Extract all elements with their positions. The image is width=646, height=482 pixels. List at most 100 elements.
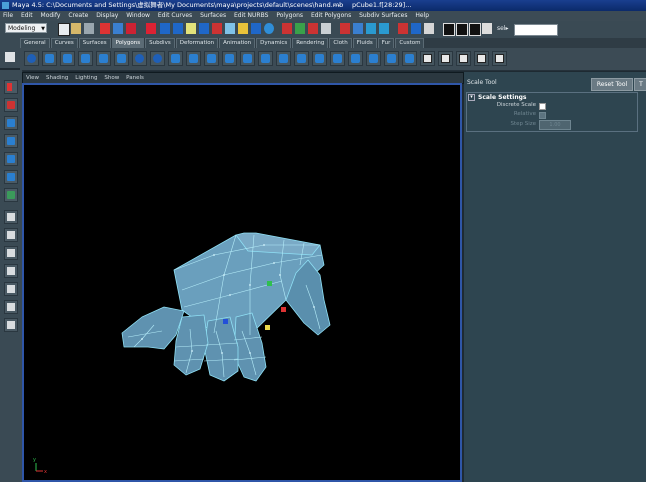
shelf-tab-curves[interactable]: Curves bbox=[50, 38, 78, 48]
poly-torus-icon[interactable] bbox=[114, 51, 129, 66]
hand-mesh[interactable]: y x bbox=[24, 85, 460, 480]
attribute-editor-icon[interactable] bbox=[469, 23, 481, 36]
outliner-layout-icon[interactable] bbox=[4, 318, 18, 332]
reset-tool-button[interactable]: Reset Tool bbox=[591, 78, 633, 91]
shelf-tab-animation[interactable]: Animation bbox=[219, 38, 256, 48]
poly-split-icon[interactable] bbox=[294, 51, 309, 66]
menu-create[interactable]: Create bbox=[68, 12, 88, 19]
poly-extract-icon[interactable] bbox=[186, 51, 201, 66]
viewport-menu-panels[interactable]: Panels bbox=[126, 75, 144, 81]
uv-cylindrical-icon[interactable] bbox=[438, 51, 453, 66]
poly-sphere-icon[interactable] bbox=[24, 51, 39, 66]
poly-pipe-icon[interactable] bbox=[132, 51, 147, 66]
poly-delete-edge-icon[interactable] bbox=[384, 51, 399, 66]
select-rendering-icon[interactable] bbox=[238, 23, 248, 34]
select-object-icon[interactable] bbox=[113, 23, 123, 34]
shelf-tab-custom[interactable]: Custom bbox=[395, 38, 425, 48]
make-live-icon[interactable] bbox=[340, 23, 350, 34]
menu-edit-nurbs[interactable]: Edit NURBS bbox=[234, 12, 268, 19]
poly-cylinder-icon[interactable] bbox=[60, 51, 75, 66]
poly-cut-faces-icon[interactable] bbox=[402, 51, 417, 66]
hypershade-icon[interactable] bbox=[424, 23, 434, 34]
select-surfaces-icon[interactable] bbox=[199, 23, 209, 34]
viewport-menu-lighting[interactable]: Lighting bbox=[75, 75, 97, 81]
poly-separate-icon[interactable] bbox=[168, 51, 183, 66]
save-scene-icon[interactable] bbox=[84, 23, 94, 34]
ipr-render-icon[interactable] bbox=[398, 23, 408, 34]
menu-edit-polygons[interactable]: Edit Polygons bbox=[311, 12, 351, 19]
checker-icon[interactable] bbox=[443, 23, 455, 36]
uv-layout-icon[interactable] bbox=[492, 51, 507, 66]
menu-edit-curves[interactable]: Edit Curves bbox=[158, 12, 192, 19]
menu-modify[interactable]: Modify bbox=[41, 12, 61, 19]
poly-merge-icon[interactable] bbox=[348, 51, 363, 66]
discrete-scale-checkbox[interactable] bbox=[539, 103, 546, 110]
menu-window[interactable]: Window bbox=[126, 12, 150, 19]
menu-display[interactable]: Display bbox=[96, 12, 118, 19]
shelf-tab-fur[interactable]: Fur bbox=[377, 38, 395, 48]
poly-cube-icon[interactable] bbox=[42, 51, 57, 66]
select-handles-icon[interactable] bbox=[160, 23, 170, 34]
snap-grid-icon[interactable] bbox=[282, 23, 292, 34]
viewport-menu-shading[interactable]: Shading bbox=[46, 75, 68, 81]
shelf-menu-icon[interactable] bbox=[5, 52, 15, 62]
poly-mirror-icon[interactable] bbox=[240, 51, 255, 66]
lasso-tool-icon[interactable] bbox=[4, 98, 18, 112]
poly-subdivide-icon[interactable] bbox=[312, 51, 327, 66]
select-misc-icon[interactable] bbox=[251, 23, 261, 34]
collapse-icon[interactable]: ▾ bbox=[468, 94, 475, 101]
shelf-tab-polygons[interactable]: Polygons bbox=[111, 38, 145, 48]
poly-plane-icon[interactable] bbox=[96, 51, 111, 66]
snap-curve-icon[interactable] bbox=[295, 23, 305, 34]
viewport-menu-view[interactable]: View bbox=[26, 75, 39, 81]
tool-help-button[interactable]: T bbox=[634, 78, 646, 91]
shelf-tab-general[interactable]: General bbox=[20, 38, 50, 48]
uv-automatic-icon[interactable] bbox=[474, 51, 489, 66]
shelf-tab-subdivs[interactable]: Subdivs bbox=[145, 38, 175, 48]
shelf-tab-deformation[interactable]: Deformation bbox=[175, 38, 219, 48]
channel-box-icon[interactable] bbox=[456, 23, 468, 36]
quick-selection-field[interactable] bbox=[514, 24, 558, 36]
four-view-layout-icon[interactable] bbox=[4, 228, 18, 242]
shelf-tab-surfaces[interactable]: Surfaces bbox=[78, 38, 111, 48]
poly-extrude-face-icon[interactable] bbox=[258, 51, 273, 66]
select-joints-icon[interactable] bbox=[173, 23, 183, 34]
uv-planar-icon[interactable] bbox=[420, 51, 435, 66]
shelf-tab-dynamics[interactable]: Dynamics bbox=[256, 38, 292, 48]
select-hierarchy-icon[interactable] bbox=[100, 23, 110, 34]
poly-collapse-icon[interactable] bbox=[366, 51, 381, 66]
scale-tool-icon[interactable] bbox=[4, 152, 18, 166]
select-component-icon[interactable] bbox=[126, 23, 136, 34]
menu-edit[interactable]: Edit bbox=[21, 12, 33, 19]
tool-settings-icon[interactable] bbox=[482, 23, 492, 34]
graph-editor-layout-icon[interactable] bbox=[4, 300, 18, 314]
shelf-tab-rendering[interactable]: Rendering bbox=[292, 38, 329, 48]
menu-file[interactable]: File bbox=[3, 12, 13, 19]
help-icon[interactable] bbox=[264, 23, 274, 34]
new-scene-icon[interactable] bbox=[58, 23, 70, 36]
persp-outliner-layout-icon[interactable] bbox=[4, 264, 18, 278]
snap-view-plane-icon[interactable] bbox=[321, 23, 331, 34]
viewport-menu-show[interactable]: Show bbox=[104, 75, 119, 81]
select-tool-icon[interactable] bbox=[4, 80, 18, 94]
render-globals-icon[interactable] bbox=[411, 23, 421, 34]
move-tool-icon[interactable] bbox=[4, 116, 18, 130]
hypershade-layout-icon[interactable] bbox=[4, 282, 18, 296]
input-output-icon[interactable] bbox=[353, 23, 363, 34]
select-curves-icon[interactable] bbox=[186, 23, 196, 34]
select-dynamics-icon[interactable] bbox=[225, 23, 235, 34]
perspective-viewport[interactable]: y x bbox=[22, 83, 462, 482]
shelf-tab-fluids[interactable]: Fluids bbox=[352, 38, 377, 48]
poly-cone-icon[interactable] bbox=[78, 51, 93, 66]
menu-surfaces[interactable]: Surfaces bbox=[200, 12, 226, 19]
poly-extrude-edge-icon[interactable] bbox=[276, 51, 291, 66]
single-perspective-layout-icon[interactable] bbox=[4, 210, 18, 224]
poly-boolean-icon[interactable] bbox=[204, 51, 219, 66]
select-deformations-icon[interactable] bbox=[212, 23, 222, 34]
mask-icon[interactable] bbox=[146, 23, 156, 34]
uv-spherical-icon[interactable] bbox=[456, 51, 471, 66]
last-tool-icon[interactable] bbox=[4, 188, 18, 202]
manipulator-tool-icon[interactable] bbox=[4, 170, 18, 184]
menu-polygons[interactable]: Polygons bbox=[276, 12, 303, 19]
poly-append-icon[interactable] bbox=[330, 51, 345, 66]
